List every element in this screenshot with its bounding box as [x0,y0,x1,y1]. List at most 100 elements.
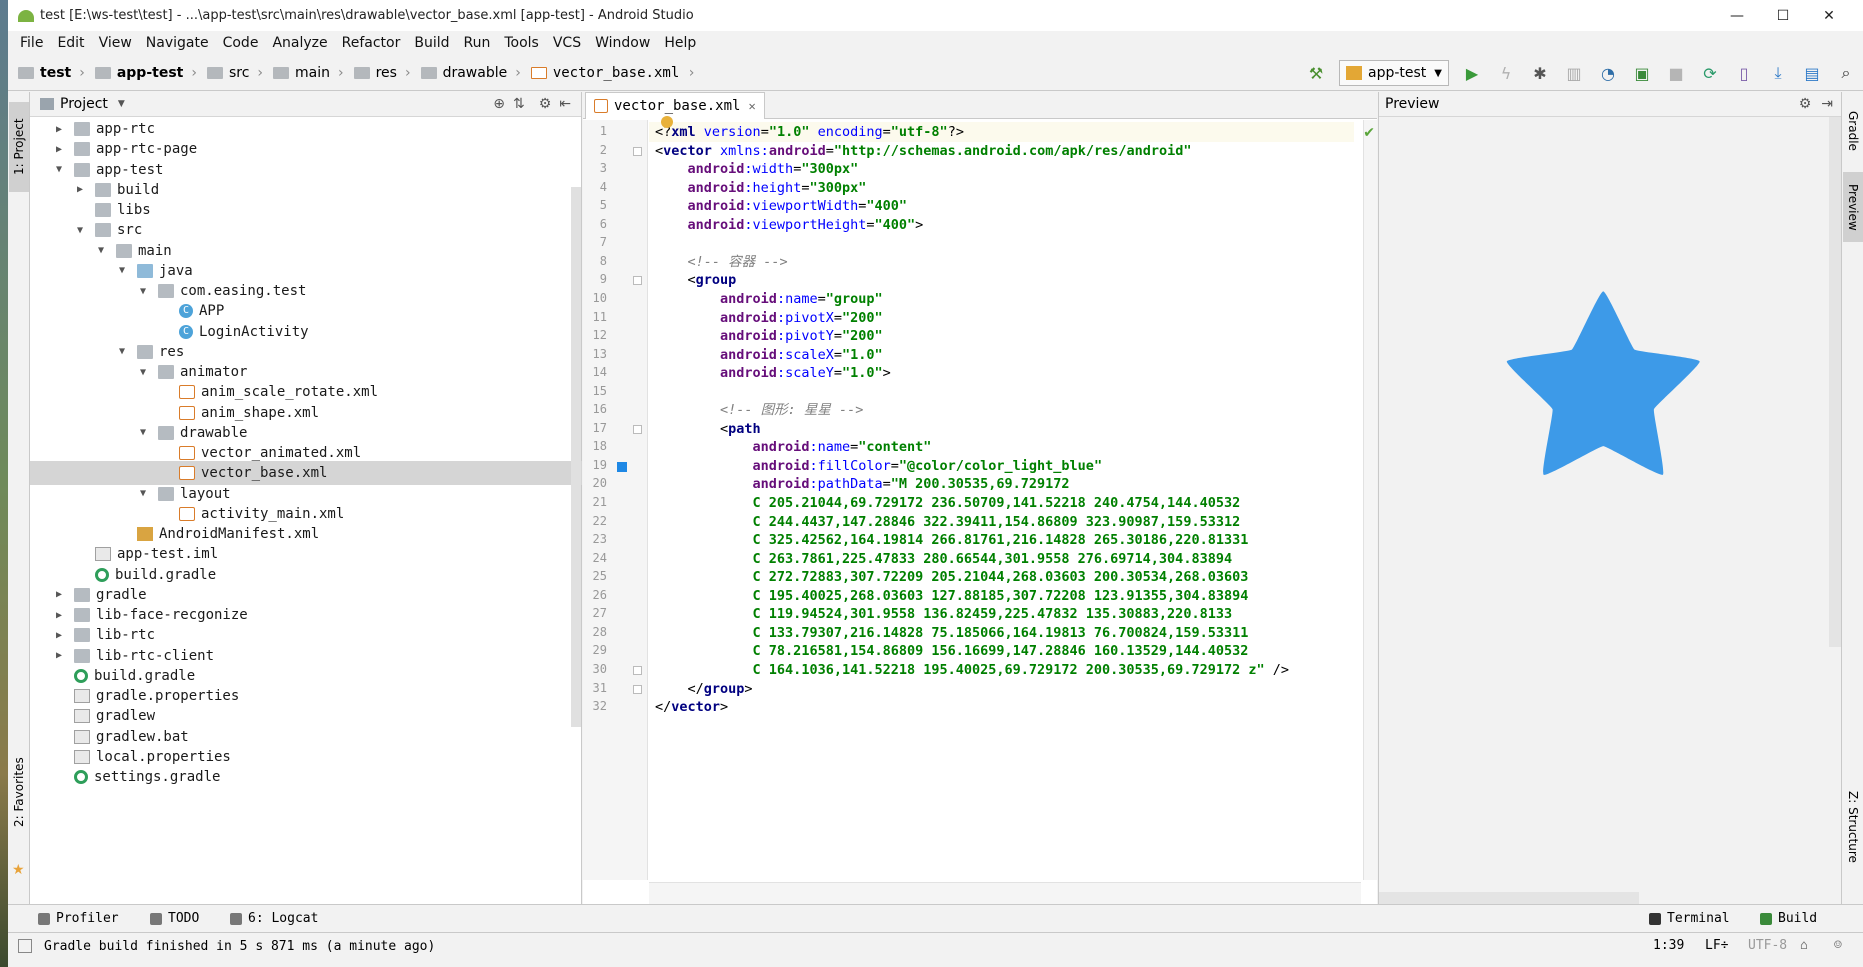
preview-horizontal-scrollbar[interactable] [1379,892,1639,904]
breadcrumb-src[interactable]: src › [206,65,263,81]
fold-marker-icon[interactable] [633,146,642,156]
profiler-tab[interactable]: Profiler [38,911,119,926]
terminal-tab[interactable]: Terminal [1649,911,1730,926]
gear-icon[interactable]: ⚙ [1799,96,1812,112]
code-line[interactable]: C 164.1036,141.52218 195.40025,69.729172… [649,660,1289,680]
project-tool-tab[interactable]: 1: Project [9,102,29,192]
menu-tools[interactable]: Tools [498,35,547,51]
code-line[interactable]: <group [649,270,737,290]
run-icon[interactable]: ▶ [1459,60,1485,86]
chevron-right-icon[interactable]: ▶ [73,184,87,195]
breadcrumb-vector-base[interactable]: vector_base.xml › [530,65,696,81]
menu-view[interactable]: View [93,35,140,51]
chevron-down-icon[interactable]: ▼ [136,286,150,297]
hide-panel-icon[interactable]: ⇤ [559,96,571,112]
code-line[interactable]: <!-- 容器 --> [649,252,788,272]
close-button[interactable]: ✕ [1806,0,1852,31]
code-line[interactable]: <?xml version="1.0" encoding="utf-8"?> [649,122,1354,142]
code-line[interactable]: android:pivotY="200" [649,326,883,346]
code-line[interactable]: C 263.7861,225.47833 280.66544,301.9558 … [649,549,1233,569]
chevron-down-icon[interactable]: ▼ [73,225,87,236]
file-encoding[interactable]: UTF-8 [1748,938,1787,953]
run-configuration-dropdown[interactable]: app-test ▼ [1339,60,1449,86]
todo-tab[interactable]: TODO [150,911,199,926]
close-tab-icon[interactable]: ✕ [748,99,755,113]
fold-marker-icon[interactable] [633,424,642,434]
breadcrumb-app-test[interactable]: app-test › [94,65,197,81]
code-line[interactable]: android:scaleY="1.0"> [649,363,891,383]
gradle-tool-tab[interactable]: Gradle [1843,96,1863,166]
chevron-down-icon[interactable]: ▼ [52,164,66,175]
menu-file[interactable]: File [14,35,51,51]
chevron-right-icon[interactable]: ▶ [52,610,66,621]
fold-marker-icon[interactable] [633,684,642,694]
tool-windows-toggle-icon[interactable] [18,939,32,953]
search-icon[interactable]: ⌕ [1833,60,1859,86]
editor-gutter[interactable]: 1 2 3 4 5 6 7 8 9 10 11 12 13 14 15 16 17 18 19 20 21 22 23 24 2… [583,120,648,880]
avd-manager-icon[interactable]: ▯ [1731,60,1757,86]
chevron-right-icon[interactable]: ▶ [52,589,66,600]
code-line[interactable]: android:scaleX="1.0" [649,345,883,365]
menu-edit[interactable]: Edit [51,35,92,51]
code-line[interactable]: C 272.72883,307.72209 205.21044,268.0360… [649,567,1249,587]
menu-navigate[interactable]: Navigate [140,35,217,51]
code-line[interactable]: C 119.94524,301.9558 136.82459,225.47832… [649,604,1233,624]
hammer-icon[interactable]: ⚒ [1303,60,1329,86]
code-line[interactable]: android:width="300px" [649,159,859,179]
code-line[interactable]: C 195.40025,268.03603 127.88185,307.7220… [649,586,1249,606]
structure-tool-tab[interactable]: Z: Structure [1843,772,1863,882]
code-line[interactable]: android:height="300px" [649,178,867,198]
code-line[interactable] [649,233,655,253]
chevron-down-icon[interactable]: ▼ [115,346,129,357]
menu-code[interactable]: Code [217,35,267,51]
code-line[interactable]: android:fillColor="@color/color_light_bl… [649,456,1103,476]
chevron-right-icon[interactable]: ▶ [52,630,66,641]
fold-marker-icon[interactable] [633,276,642,286]
debug-icon[interactable]: ✱ [1527,60,1553,86]
lock-icon[interactable]: ⌂ [1800,938,1808,953]
chevron-down-icon[interactable]: ▼ [136,427,150,438]
code-line[interactable]: C 78.216581,154.86809 156.16699,147.2884… [649,641,1249,661]
project-tree-scrollbar[interactable] [571,187,581,727]
breadcrumb-res[interactable]: res › [353,65,411,81]
chevron-down-icon[interactable]: ▼ [136,488,150,499]
menu-window[interactable]: Window [589,35,658,51]
chevron-right-icon[interactable]: ▶ [52,124,66,135]
caret-position[interactable]: 1:39 [1653,938,1684,953]
build-tab[interactable]: Build [1760,911,1817,926]
line-separator[interactable]: LF÷ [1705,938,1728,953]
editor-horizontal-scrollbar[interactable] [649,882,1361,904]
code-line[interactable]: android:name="content" [649,437,932,457]
code-line[interactable]: </group> [649,679,753,699]
chevron-down-icon[interactable]: ▼ [136,367,150,378]
chevron-down-icon[interactable]: ▼ [115,265,129,276]
code-area[interactable]: <?xml version="1.0" encoding="utf-8"?> <v… [649,120,1354,880]
preview-tool-tab[interactable]: Preview [1843,172,1863,242]
status-message[interactable]: Gradle build finished in 5 s 871 ms (a m… [44,939,435,954]
intention-bulb-icon[interactable] [661,115,673,128]
sdk-manager-icon[interactable]: ⤓ [1765,60,1791,86]
menu-analyze[interactable]: Analyze [266,35,335,51]
hide-panel-icon[interactable]: ⇥ [1821,96,1833,112]
chevron-down-icon[interactable]: ▼ [118,99,125,109]
editor-scrollbar[interactable] [1363,120,1377,880]
breadcrumb-main[interactable]: main › [273,65,344,81]
project-view-selector[interactable]: Project [60,96,108,112]
event-log-icon[interactable]: ☺ [1834,938,1842,953]
profile-icon[interactable]: ◔ [1595,60,1621,86]
project-structure-icon[interactable]: ▤ [1799,60,1825,86]
collapse-all-icon[interactable]: ⇅ [513,96,525,112]
code-line[interactable]: C 205.21044,69.729172 236.50709,141.5221… [649,493,1241,513]
sync-icon[interactable]: ⟳ [1697,60,1723,86]
preview-vertical-scrollbar[interactable] [1829,117,1841,647]
menu-refactor[interactable]: Refactor [336,35,409,51]
coverage-icon[interactable]: ▥ [1561,60,1587,86]
code-line[interactable]: android:pivotX="200" [649,308,883,328]
code-line[interactable]: android:viewportWidth="400" [649,196,907,216]
code-line[interactable]: android:name="group" [649,289,883,309]
code-line[interactable]: C 244.4437,147.28846 322.39411,154.86809… [649,512,1241,532]
menu-vcs[interactable]: VCS [547,35,589,51]
menu-build[interactable]: Build [408,35,457,51]
code-line[interactable]: C 133.79307,216.14828 75.185066,164.1981… [649,623,1249,643]
favorites-tool-tab[interactable]: 2: Favorites [9,742,29,842]
